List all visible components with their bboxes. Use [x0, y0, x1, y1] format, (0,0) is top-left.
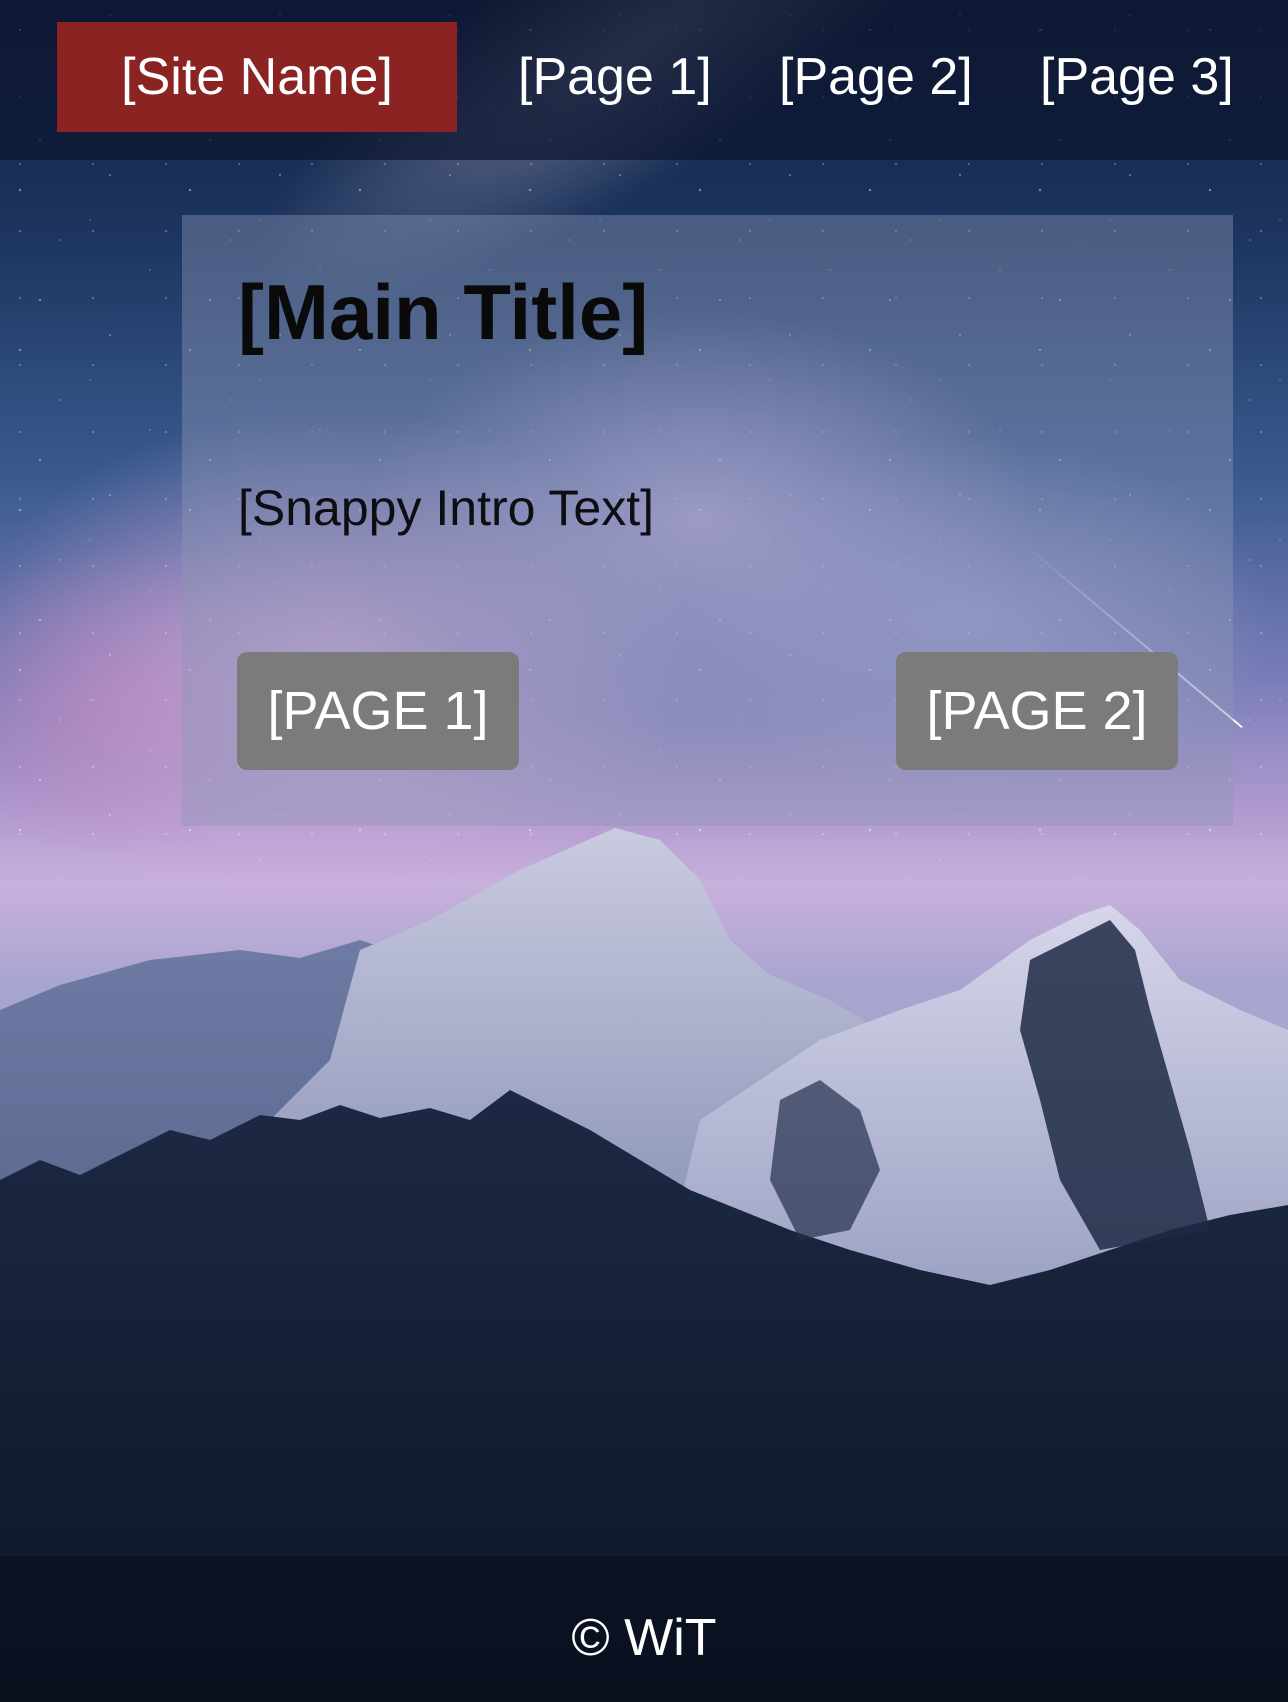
nav-link-page-3[interactable]: [Page 3]: [1040, 22, 1234, 132]
page-2-button[interactable]: [PAGE 2]: [896, 652, 1178, 770]
page-1-button[interactable]: [PAGE 1]: [237, 652, 519, 770]
site-name-link[interactable]: [Site Name]: [57, 22, 457, 132]
intro-text: [Snappy Intro Text]: [238, 480, 654, 536]
nav-link-page-2[interactable]: [Page 2]: [779, 22, 973, 132]
main-title: [Main Title]: [238, 268, 649, 356]
hero-card: [Main Title] [Snappy Intro Text] [PAGE 1…: [182, 215, 1233, 826]
footer-copyright: © WiT: [571, 1609, 717, 1667]
top-navbar: [Site Name] [Page 1] [Page 2] [Page 3]: [0, 0, 1288, 160]
nav-link-page-1[interactable]: [Page 1]: [518, 22, 712, 132]
